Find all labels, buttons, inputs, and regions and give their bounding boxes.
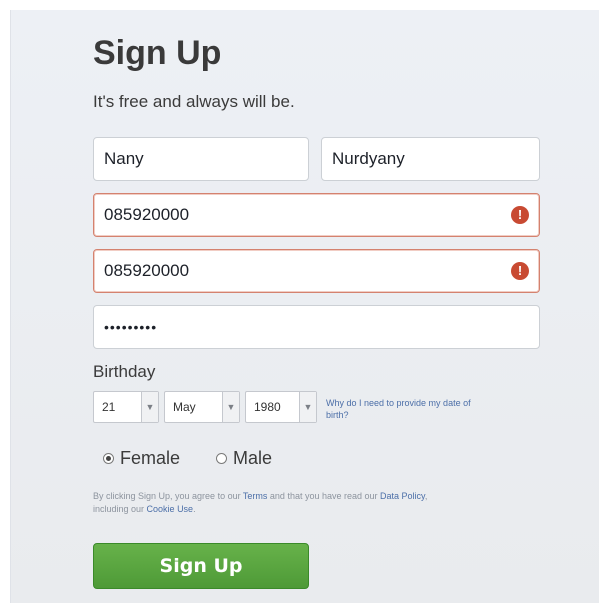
terms-suffix: . [193, 504, 196, 514]
mobile-or-email-value: 085920000 [104, 205, 190, 224]
password-input[interactable]: ••••••••• [93, 305, 540, 349]
error-icon: ! [511, 262, 529, 280]
month-value: May [173, 400, 196, 414]
why-birthday-link[interactable]: Why do I need to provide my date of birt… [326, 397, 486, 421]
error-icon: ! [511, 206, 529, 224]
gender-male-option[interactable]: Male [216, 448, 272, 469]
birthday-year-select[interactable]: 1980 ▼ [245, 391, 317, 423]
terms-text: By clicking Sign Up, you agree to our Te… [93, 490, 453, 516]
first-name-input[interactable]: Nany [93, 137, 309, 181]
female-label: Female [120, 448, 181, 468]
sign-up-button[interactable]: Sign Up [93, 543, 309, 589]
birthday-day-select[interactable]: 21 ▼ [93, 391, 159, 423]
cookie-use-link[interactable]: Cookie Use [147, 504, 194, 514]
page-title: Sign Up [93, 34, 222, 72]
terms-link[interactable]: Terms [243, 491, 268, 501]
mobile-or-email-input[interactable]: 085920000 ! [93, 193, 540, 237]
reenter-mobile-or-email-value: 085920000 [104, 261, 190, 280]
last-name-value: Nurdyany [332, 149, 405, 168]
terms-prefix: By clicking Sign Up, you agree to our [93, 491, 243, 501]
female-radio[interactable] [103, 453, 114, 464]
day-value: 21 [102, 400, 116, 414]
first-name-value: Nany [104, 149, 144, 168]
data-policy-link[interactable]: Data Policy [380, 491, 425, 501]
last-name-input[interactable]: Nurdyany [321, 137, 540, 181]
page-subtitle: It's free and always will be. [93, 92, 295, 111]
birthday-month-select[interactable]: May ▼ [164, 391, 240, 423]
chevron-down-icon: ▼ [141, 392, 158, 422]
password-mask: ••••••••• [104, 319, 158, 335]
chevron-down-icon: ▼ [299, 392, 316, 422]
reenter-mobile-or-email-input[interactable]: 085920000 ! [93, 249, 540, 293]
birthday-label: Birthday [93, 362, 156, 381]
chevron-down-icon: ▼ [222, 392, 239, 422]
terms-middle: and that you have read our [267, 491, 381, 501]
male-radio[interactable] [216, 453, 227, 464]
male-label: Male [233, 448, 273, 468]
gender-female-option[interactable]: Female [103, 448, 180, 469]
year-value: 1980 [254, 400, 281, 414]
